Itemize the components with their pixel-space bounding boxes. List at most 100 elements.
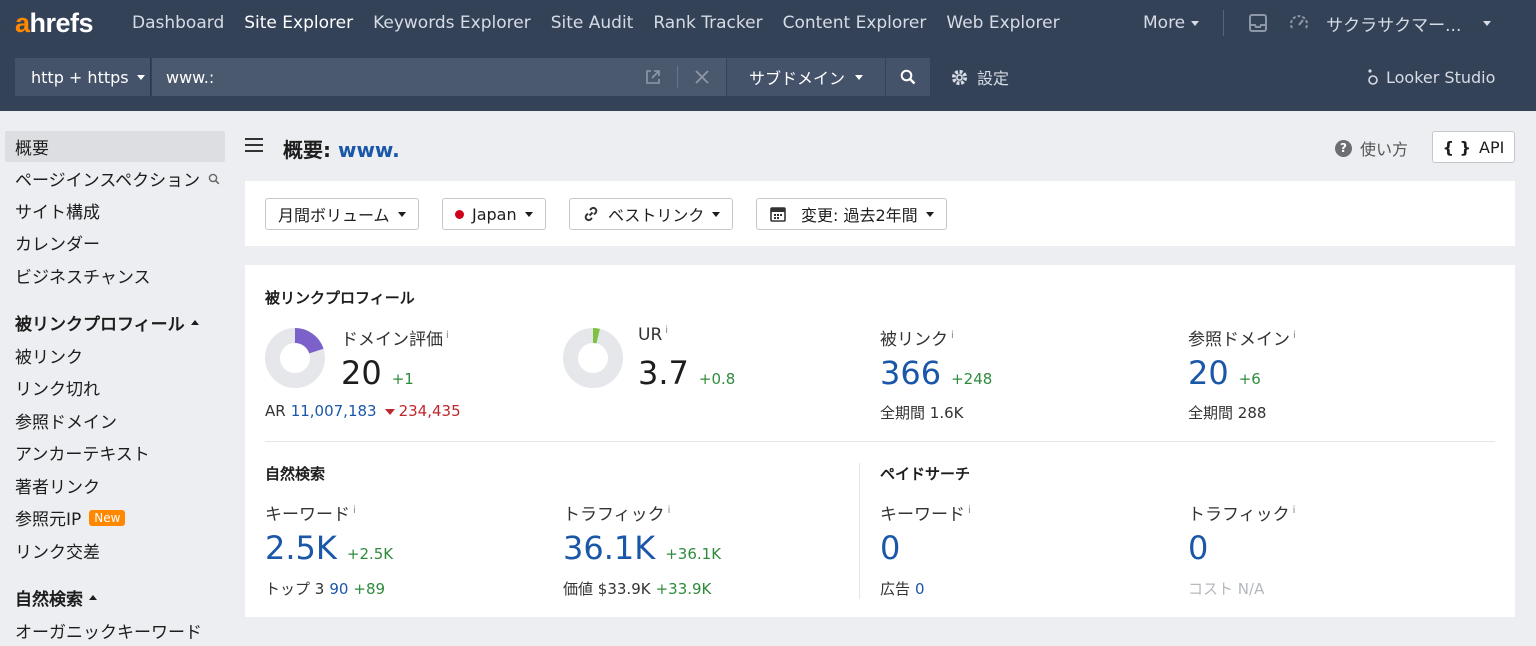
arrow-down-icon — [384, 408, 395, 415]
nav-items: Dashboard Site Explorer Keywords Explore… — [132, 0, 1080, 46]
nav-right: More サクラサクマー... — [1143, 0, 1492, 46]
mode-select[interactable]: サブドメイン — [727, 58, 885, 96]
ahrefs-logo[interactable]: ahrefs — [15, 8, 94, 39]
nav-divider — [1223, 10, 1225, 36]
info-icon[interactable]: i — [665, 325, 668, 336]
nav-dashboard[interactable]: Dashboard — [132, 13, 224, 33]
inbox-icon[interactable] — [1248, 13, 1268, 33]
nav-web-explorer[interactable]: Web Explorer — [946, 13, 1059, 33]
chevron-down-icon — [524, 211, 533, 217]
change-period-filter[interactable]: 変更: 過去2年間 — [756, 198, 947, 230]
organic-traffic-value[interactable]: 36.1K +36.1K — [563, 529, 721, 567]
paid-keywords-value[interactable]: 0 — [880, 529, 900, 567]
speed-gauge-icon[interactable] — [1288, 12, 1310, 34]
paid-traffic-value[interactable]: 0 — [1188, 529, 1208, 567]
nav-site-explorer[interactable]: Site Explorer — [244, 13, 353, 33]
sidebar-section-backlinks[interactable]: 被リンクプロフィール — [5, 307, 225, 338]
sidebar-section-organic[interactable]: 自然検索 — [5, 582, 225, 613]
info-icon[interactable]: i — [951, 330, 954, 341]
url-input[interactable]: www.: — [152, 68, 629, 87]
url-rating-gauge — [563, 328, 623, 388]
menu-icon[interactable] — [245, 138, 263, 152]
ahrefs-rank: AR 11,007,183 234,435 — [265, 402, 461, 420]
open-external-icon[interactable] — [629, 58, 677, 96]
sidebar-item-anchors[interactable]: アンカーテキスト — [5, 437, 225, 468]
looker-studio-link[interactable]: Looker Studio — [1366, 58, 1495, 96]
api-button[interactable]: { } API — [1432, 131, 1515, 163]
domain-rating-gauge — [265, 328, 325, 388]
organic-title: 自然検索 — [265, 465, 326, 483]
page-title: 概要: www. — [283, 138, 400, 162]
ref-domains-value[interactable]: 20 +6 — [1188, 354, 1261, 392]
chevron-down-icon — [136, 74, 145, 80]
backlinks-value[interactable]: 366 +248 — [880, 354, 992, 392]
chevron-up-icon — [89, 595, 97, 600]
protocol-select[interactable]: http + https — [15, 58, 151, 96]
info-icon[interactable]: i — [353, 505, 356, 516]
search-icon — [900, 69, 916, 85]
chevron-up-icon — [190, 320, 199, 325]
settings-button[interactable]: 設定 — [950, 58, 1009, 96]
info-icon[interactable]: i — [668, 505, 671, 516]
new-badge: New — [89, 509, 126, 526]
organic-top3: トップ 3 90 +89 — [265, 580, 386, 598]
sidebar-item-calendar[interactable]: カレンダー — [5, 227, 225, 258]
link-icon — [584, 206, 598, 222]
title-row: 概要: www. ? 使い方 { } API — [245, 128, 1515, 166]
chevron-down-icon — [712, 211, 721, 217]
sidebar-item-backlinks[interactable]: 被リンク — [5, 340, 225, 371]
braces-icon: { } — [1442, 137, 1472, 157]
chevron-down-icon — [925, 211, 934, 217]
info-icon[interactable]: i — [1293, 505, 1296, 516]
organic-traffic-value-usd: 価値 $33.9K +33.9K — [563, 580, 712, 598]
chevron-down-icon — [1483, 20, 1492, 26]
nav-rank-tracker[interactable]: Rank Tracker — [653, 13, 762, 33]
help-link[interactable]: ? 使い方 — [1335, 136, 1408, 160]
backlink-profile-title: 被リンクプロフィール — [265, 289, 415, 307]
nav-site-audit[interactable]: Site Audit — [551, 13, 634, 33]
sidebar-item-overview[interactable]: 概要 — [5, 131, 225, 162]
top-nav: ahrefs Dashboard Site Explorer Keywords … — [0, 0, 1536, 46]
gear-icon — [951, 69, 968, 85]
question-icon: ? — [1335, 139, 1352, 157]
ref-domains-all-time: 全期間 288 — [1188, 404, 1267, 422]
backlinks-label: 被リンク i — [880, 330, 954, 350]
sidebar-item-referring-domains[interactable]: 参照ドメイン — [5, 405, 225, 436]
search-button[interactable] — [886, 58, 930, 96]
paid-traffic-label: トラフィック i — [1188, 505, 1296, 525]
column-divider — [859, 463, 860, 599]
organic-keywords-value[interactable]: 2.5K +2.5K — [265, 529, 393, 567]
ref-domains-label: 参照ドメイン i — [1188, 330, 1296, 350]
backlinks-all-time: 全期間 1.6K — [880, 404, 964, 422]
domain-rating-label: ドメイン評価 i — [341, 330, 449, 350]
more-menu[interactable]: More — [1143, 13, 1200, 33]
sidebar-item-page-inspection[interactable]: ページインスペクション — [5, 163, 225, 194]
info-icon[interactable]: i — [968, 505, 971, 516]
chevron-down-icon — [1191, 20, 1200, 26]
search-icon — [208, 173, 220, 184]
organic-traffic-label: トラフィック i — [563, 505, 671, 525]
country-filter[interactable]: Japan — [442, 198, 546, 230]
links-filter[interactable]: ベストリンク — [569, 198, 734, 230]
sidebar-item-author-links[interactable]: 著者リンク — [5, 470, 225, 501]
calendar-icon — [770, 207, 786, 222]
chevron-down-icon — [855, 74, 863, 80]
metrics-card: 被リンクプロフィール ドメイン評価 i 20 +1 AR 11,007,183 234,… — [245, 265, 1515, 617]
info-icon[interactable]: i — [1293, 330, 1296, 341]
sidebar-item-site-structure[interactable]: サイト構成 — [5, 195, 225, 226]
sidebar-item-referring-ips[interactable]: 参照元IP New — [5, 502, 225, 533]
volume-filter[interactable]: 月間ボリューム — [265, 198, 419, 230]
sidebar-item-broken-links[interactable]: リンク切れ — [5, 372, 225, 403]
nav-content-explorer[interactable]: Content Explorer — [783, 13, 927, 33]
paid-cost: コスト N/A — [1188, 580, 1265, 598]
account-menu[interactable]: サクラサクマー... — [1326, 11, 1492, 36]
sidebar-item-link-intersect[interactable]: リンク交差 — [5, 535, 225, 566]
sidebar-item-opportunities[interactable]: ビジネスチャンス — [5, 260, 225, 291]
paid-keywords-label: キーワード i — [880, 505, 971, 525]
domain-rating-value: 20 +1 — [341, 354, 414, 392]
sidebar-item-organic-keywords[interactable]: オーガニックキーワード — [5, 615, 225, 646]
clear-icon[interactable] — [678, 58, 726, 96]
url-input-box: www.: — [152, 58, 726, 96]
info-icon[interactable]: i — [446, 330, 449, 341]
nav-keywords-explorer[interactable]: Keywords Explorer — [373, 13, 531, 33]
